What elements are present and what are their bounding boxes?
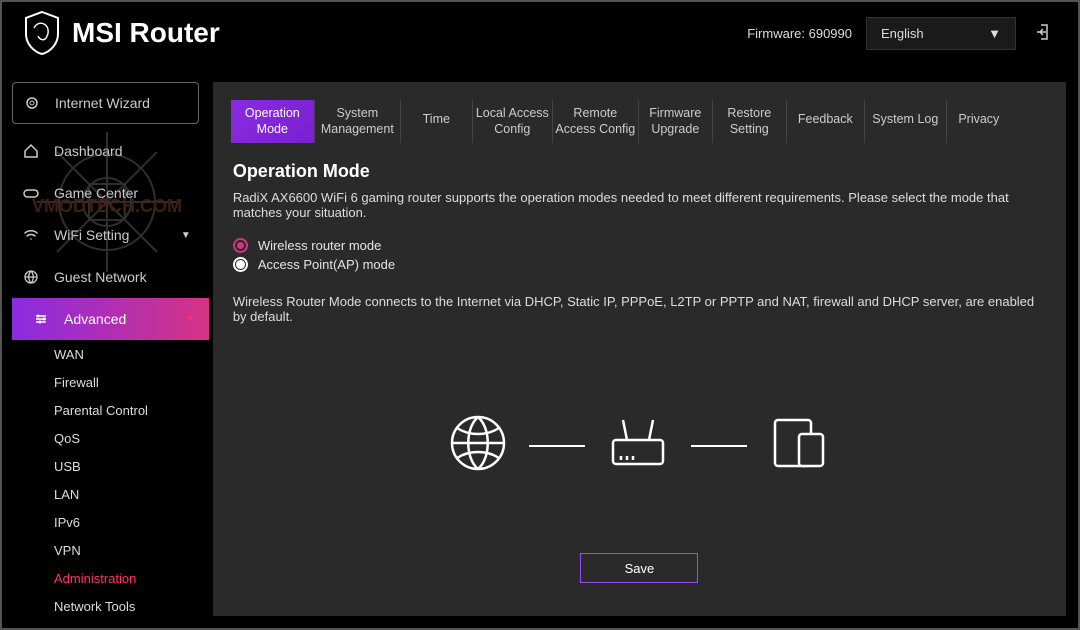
radio-access-point-mode[interactable]: Access Point(AP) mode [233, 257, 1046, 272]
mode-diagram [233, 414, 1046, 477]
sidebar-item-advanced[interactable]: Advanced ▼ [12, 298, 209, 340]
firmware-version: Firmware: 690990 [747, 26, 852, 41]
radio-icon [233, 257, 248, 272]
globe-icon [22, 268, 40, 286]
tab-firmware-upgrade[interactable]: Firmware Upgrade [639, 100, 713, 143]
sidebar-item-game-center[interactable]: Game Center [2, 172, 209, 214]
tab-local-access-config[interactable]: Local Access Config [473, 100, 553, 143]
sub-qos[interactable]: QoS [2, 424, 209, 452]
sub-parental-control[interactable]: Parental Control [2, 396, 209, 424]
page-title: Operation Mode [233, 161, 1046, 182]
gamepad-icon [22, 184, 40, 202]
sub-administration[interactable]: Administration [2, 564, 209, 592]
radio-icon [233, 238, 248, 253]
content-panel: Operation Mode System Management Time Lo… [213, 82, 1066, 616]
gear-icon [23, 94, 41, 112]
connector-line [691, 445, 747, 447]
globe-icon [449, 414, 507, 477]
brand-title: MSI Router [72, 17, 220, 49]
radio-label: Access Point(AP) mode [258, 257, 395, 272]
tab-system-management[interactable]: System Management [315, 100, 401, 143]
header: MSI Router Firmware: 690990 English ▼ [2, 2, 1078, 68]
sub-vpn[interactable]: VPN [2, 536, 209, 564]
sidebar-internet-wizard[interactable]: Internet Wizard [12, 82, 199, 124]
chevron-down-icon: ▼ [185, 314, 195, 325]
sidebar-item-wifi-setting[interactable]: WiFi Setting ▼ [2, 214, 209, 256]
wifi-icon [22, 226, 40, 244]
sidebar-item-label: Internet Wizard [55, 95, 150, 111]
tab-privacy[interactable]: Privacy [947, 100, 1011, 143]
sidebar-item-label: Advanced [64, 311, 126, 327]
sidebar-item-label: Guest Network [54, 269, 147, 285]
sub-ipv6[interactable]: IPv6 [2, 508, 209, 536]
sub-network-tools[interactable]: Network Tools [2, 592, 209, 620]
router-icon [607, 414, 669, 477]
tab-system-log[interactable]: System Log [865, 100, 947, 143]
sidebar-item-label: WiFi Setting [54, 227, 129, 243]
msi-shield-logo [22, 10, 62, 56]
chevron-down-icon: ▼ [988, 26, 1001, 41]
language-value: English [881, 26, 924, 41]
sub-usb[interactable]: USB [2, 452, 209, 480]
save-button[interactable]: Save [580, 553, 698, 583]
tab-feedback[interactable]: Feedback [787, 100, 865, 143]
sub-wan[interactable]: WAN [2, 340, 209, 368]
language-select[interactable]: English ▼ [866, 17, 1016, 50]
tab-row: Operation Mode System Management Time Lo… [213, 82, 1066, 143]
connector-line [529, 445, 585, 447]
sidebar-item-label: Dashboard [54, 143, 123, 159]
sidebar-item-guest-network[interactable]: Guest Network [2, 256, 209, 298]
sliders-icon [32, 310, 50, 328]
radio-label: Wireless router mode [258, 238, 382, 253]
tab-remote-access-config[interactable]: Remote Access Config [553, 100, 639, 143]
page-description: RadiX AX6600 WiFi 6 gaming router suppor… [233, 190, 1046, 220]
tab-restore-setting[interactable]: Restore Setting [713, 100, 787, 143]
sidebar-item-label: Game Center [54, 185, 138, 201]
chevron-down-icon: ▼ [181, 230, 191, 241]
radio-wireless-router-mode[interactable]: Wireless router mode [233, 238, 1046, 253]
tab-time[interactable]: Time [401, 100, 473, 143]
sub-firewall[interactable]: Firewall [2, 368, 209, 396]
sub-lan[interactable]: LAN [2, 480, 209, 508]
logout-icon[interactable] [1030, 18, 1058, 49]
devices-icon [769, 414, 829, 477]
mode-description: Wireless Router Mode connects to the Int… [233, 294, 1046, 324]
home-icon [22, 142, 40, 160]
tab-operation-mode[interactable]: Operation Mode [231, 100, 315, 143]
sidebar-item-dashboard[interactable]: Dashboard [2, 130, 209, 172]
sidebar: Internet Wizard Dashboard Game Center Wi… [2, 68, 209, 628]
